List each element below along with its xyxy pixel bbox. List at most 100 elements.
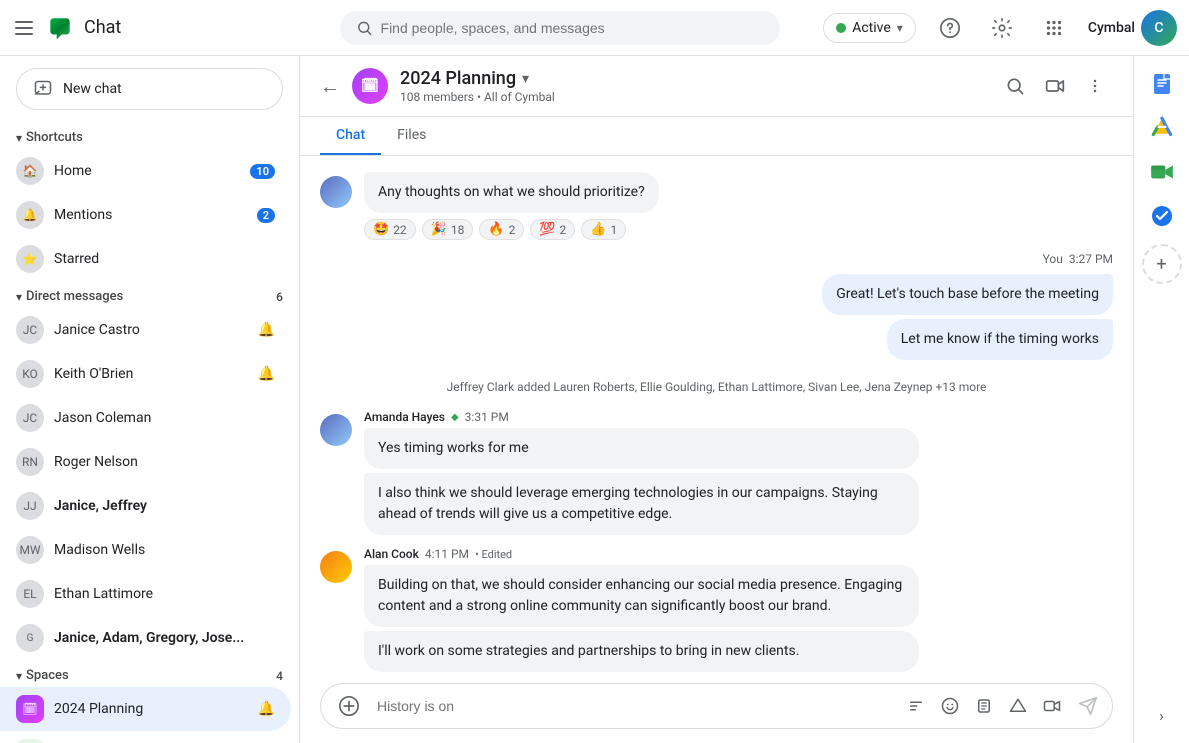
- tab-files[interactable]: Files: [381, 117, 442, 155]
- self-bubble-1: Great! Let's touch base before the meeti…: [822, 274, 1113, 315]
- more-options-button[interactable]: [1077, 68, 1113, 104]
- chat-title-text: 2024 Planning: [400, 68, 516, 89]
- sidebar-item-roger-nelson[interactable]: RN Roger Nelson: [0, 440, 291, 484]
- topbar: Chat Active ▾: [0, 0, 1189, 56]
- mentions-label: Mentions: [54, 207, 247, 223]
- active-status-button[interactable]: Active ▾: [823, 13, 916, 43]
- send-button[interactable]: [1072, 690, 1104, 722]
- apps-icon: [1043, 17, 1065, 39]
- composer-add-button[interactable]: [333, 690, 365, 722]
- emoji-button[interactable]: [934, 690, 966, 722]
- video-compose-icon: [1043, 697, 1061, 715]
- chat-title-dropdown-icon: ▾: [522, 71, 529, 87]
- search-input[interactable]: [381, 20, 764, 36]
- sidebar-item-starred[interactable]: ⭐ Starred: [0, 237, 291, 281]
- spaces-chevron: ▾: [16, 669, 22, 683]
- sidebar-item-janice-castro[interactable]: JC Janice Castro 🔔: [0, 308, 291, 352]
- chat-title[interactable]: 2024 Planning ▾: [400, 68, 997, 89]
- amanda-diamond-icon: ◆: [451, 412, 459, 423]
- video-call-button[interactable]: [1037, 68, 1073, 104]
- mentions-icon: 🔔: [16, 201, 44, 229]
- roger-nelson-avatar: RN: [16, 448, 44, 476]
- mentions-badge: 2: [257, 208, 275, 223]
- reaction-flame[interactable]: 🔥 2: [479, 219, 524, 240]
- 2024-planning-icon: 🗓: [16, 695, 44, 723]
- help-icon: [939, 17, 961, 39]
- expand-button[interactable]: ›: [1142, 695, 1182, 735]
- janice-castro-avatar: JC: [16, 316, 44, 344]
- reaction-count-3: 2: [509, 223, 516, 237]
- brand-logo[interactable]: Cymbal C: [1088, 10, 1177, 46]
- google-tasks-button[interactable]: [1142, 196, 1182, 236]
- sidebar-item-madison-wells[interactable]: MW Madison Wells: [0, 528, 291, 572]
- keith-obrien-avatar: KO: [16, 360, 44, 388]
- video-button[interactable]: [1036, 690, 1068, 722]
- direct-messages-section: ▾ Direct messages 6 JC Janice Castro 🔔 K…: [0, 285, 299, 660]
- direct-messages-header[interactable]: ▾ Direct messages 6: [0, 285, 299, 308]
- reaction-thumbs[interactable]: 👍 1: [581, 219, 626, 240]
- google-drive-button[interactable]: [1142, 108, 1182, 148]
- spaces-header[interactable]: ▾ Spaces 4: [0, 664, 299, 687]
- group-avatar: G: [16, 624, 44, 652]
- sidebar-item-ethan-lattimore[interactable]: EL Ethan Lattimore: [0, 572, 291, 616]
- help-button[interactable]: [932, 10, 968, 46]
- sidebar-item-group-janice-adam[interactable]: G Janice, Adam, Gregory, Jose...: [0, 616, 291, 660]
- sidebar-item-sales-watercooler[interactable]: 💬 Sales Watercooler 🔔: [0, 731, 291, 743]
- shortcuts-header[interactable]: ▾ Shortcuts: [0, 126, 299, 149]
- topbar-search: [312, 11, 807, 45]
- composer-input[interactable]: [369, 694, 896, 718]
- shortcuts-chevron: ▾: [16, 131, 22, 145]
- format-text-button[interactable]: [900, 690, 932, 722]
- sidebar: New chat ▾ Shortcuts 🏠 Home 10 🔔 Mention…: [0, 56, 300, 743]
- sidebar-item-keith-obrien[interactable]: KO Keith O'Brien 🔔: [0, 352, 291, 396]
- chat-search-button[interactable]: [997, 68, 1033, 104]
- alan-bubble-1: Building on that, we should consider enh…: [364, 565, 919, 627]
- google-meet-button[interactable]: [1142, 152, 1182, 192]
- new-chat-button[interactable]: New chat: [16, 68, 283, 110]
- alan-sender: Alan Cook: [364, 547, 419, 561]
- sidebar-item-jason-coleman[interactable]: JC Jason Coleman: [0, 396, 291, 440]
- self-time: 3:27 PM: [1069, 252, 1113, 266]
- starred-label: Starred: [54, 251, 275, 267]
- chat-avatar: 🗓: [352, 68, 388, 104]
- dm-chevron: ▾: [16, 290, 22, 304]
- sidebar-item-home[interactable]: 🏠 Home 10: [0, 149, 291, 193]
- drive-icon: [1009, 697, 1027, 715]
- sidebar-item-2024-planning[interactable]: 🗓 2024 Planning 🔔: [0, 687, 291, 731]
- attachment-button[interactable]: [968, 690, 1000, 722]
- menu-icon[interactable]: [12, 16, 36, 40]
- user-avatar[interactable]: C: [1141, 10, 1177, 46]
- composer-inner: [320, 683, 1113, 729]
- alan-meta: Alan Cook 4:11 PM • Edited: [364, 547, 919, 561]
- search-bar[interactable]: [340, 11, 780, 45]
- video-icon: [1045, 76, 1065, 96]
- google-drive-icon: [1149, 115, 1175, 141]
- right-sidebar: + ›: [1133, 56, 1189, 743]
- alan-avatar: [320, 551, 352, 583]
- janice-castro-label: Janice Castro: [54, 322, 248, 338]
- google-docs-button[interactable]: [1142, 64, 1182, 104]
- amanda-avatar: [320, 414, 352, 446]
- back-button[interactable]: ←: [320, 74, 340, 99]
- attachment-icon: [975, 697, 993, 715]
- self-meta: You 3:27 PM: [1043, 252, 1113, 266]
- settings-button[interactable]: [984, 10, 1020, 46]
- sidebar-item-mentions[interactable]: 🔔 Mentions 2: [0, 193, 291, 237]
- add-app-button[interactable]: +: [1142, 244, 1182, 284]
- amanda-meta: Amanda Hayes ◆ 3:31 PM: [364, 410, 919, 424]
- composer-actions: [900, 690, 1068, 722]
- reaction-party[interactable]: 🎉 18: [422, 219, 474, 240]
- tab-chat[interactable]: Chat: [320, 117, 381, 155]
- reactions-row: 🤩 22 🎉 18 🔥 2 💯 2: [364, 219, 659, 240]
- reaction-fire[interactable]: 🤩 22: [364, 219, 416, 240]
- amanda-bubble-2: I also think we should leverage emerging…: [364, 473, 919, 535]
- google-meet-icon: [1149, 159, 1175, 185]
- apps-button[interactable]: [1036, 10, 1072, 46]
- dm-label: Direct messages: [26, 289, 123, 304]
- sender-avatar-1: [320, 176, 352, 208]
- drive-button[interactable]: [1002, 690, 1034, 722]
- message-content-1: Any thoughts on what we should prioritiz…: [364, 172, 659, 240]
- reaction-100[interactable]: 💯 2: [530, 219, 575, 240]
- alan-time: 4:11 PM: [425, 547, 469, 561]
- sidebar-item-janice-jeffrey[interactable]: JJ Janice, Jeffrey: [0, 484, 291, 528]
